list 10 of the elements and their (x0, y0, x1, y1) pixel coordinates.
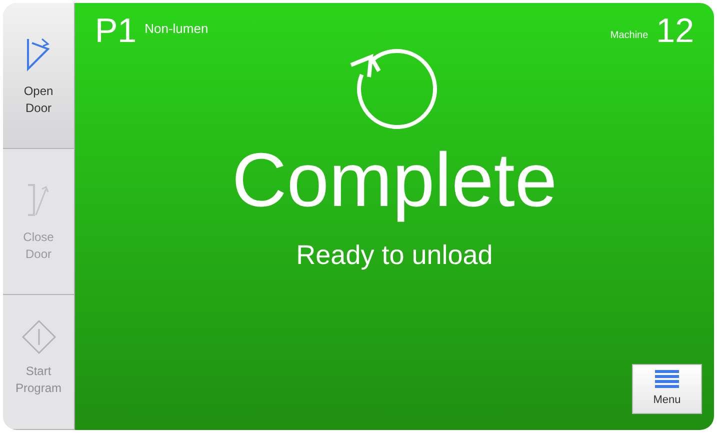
start-diamond-icon (20, 319, 56, 355)
sidebar-button[interactable]: Open Door (3, 3, 74, 149)
program-number: P1 (95, 11, 137, 51)
status-message: Ready to unload (296, 239, 493, 272)
program-name: Non-lumen (144, 20, 208, 38)
status-title: Complete (232, 139, 558, 223)
machine-label: Machine (610, 29, 648, 43)
machine-number: 12 (656, 11, 694, 51)
menu-button[interactable]: Menu (632, 364, 702, 414)
menu-icon (655, 370, 679, 388)
